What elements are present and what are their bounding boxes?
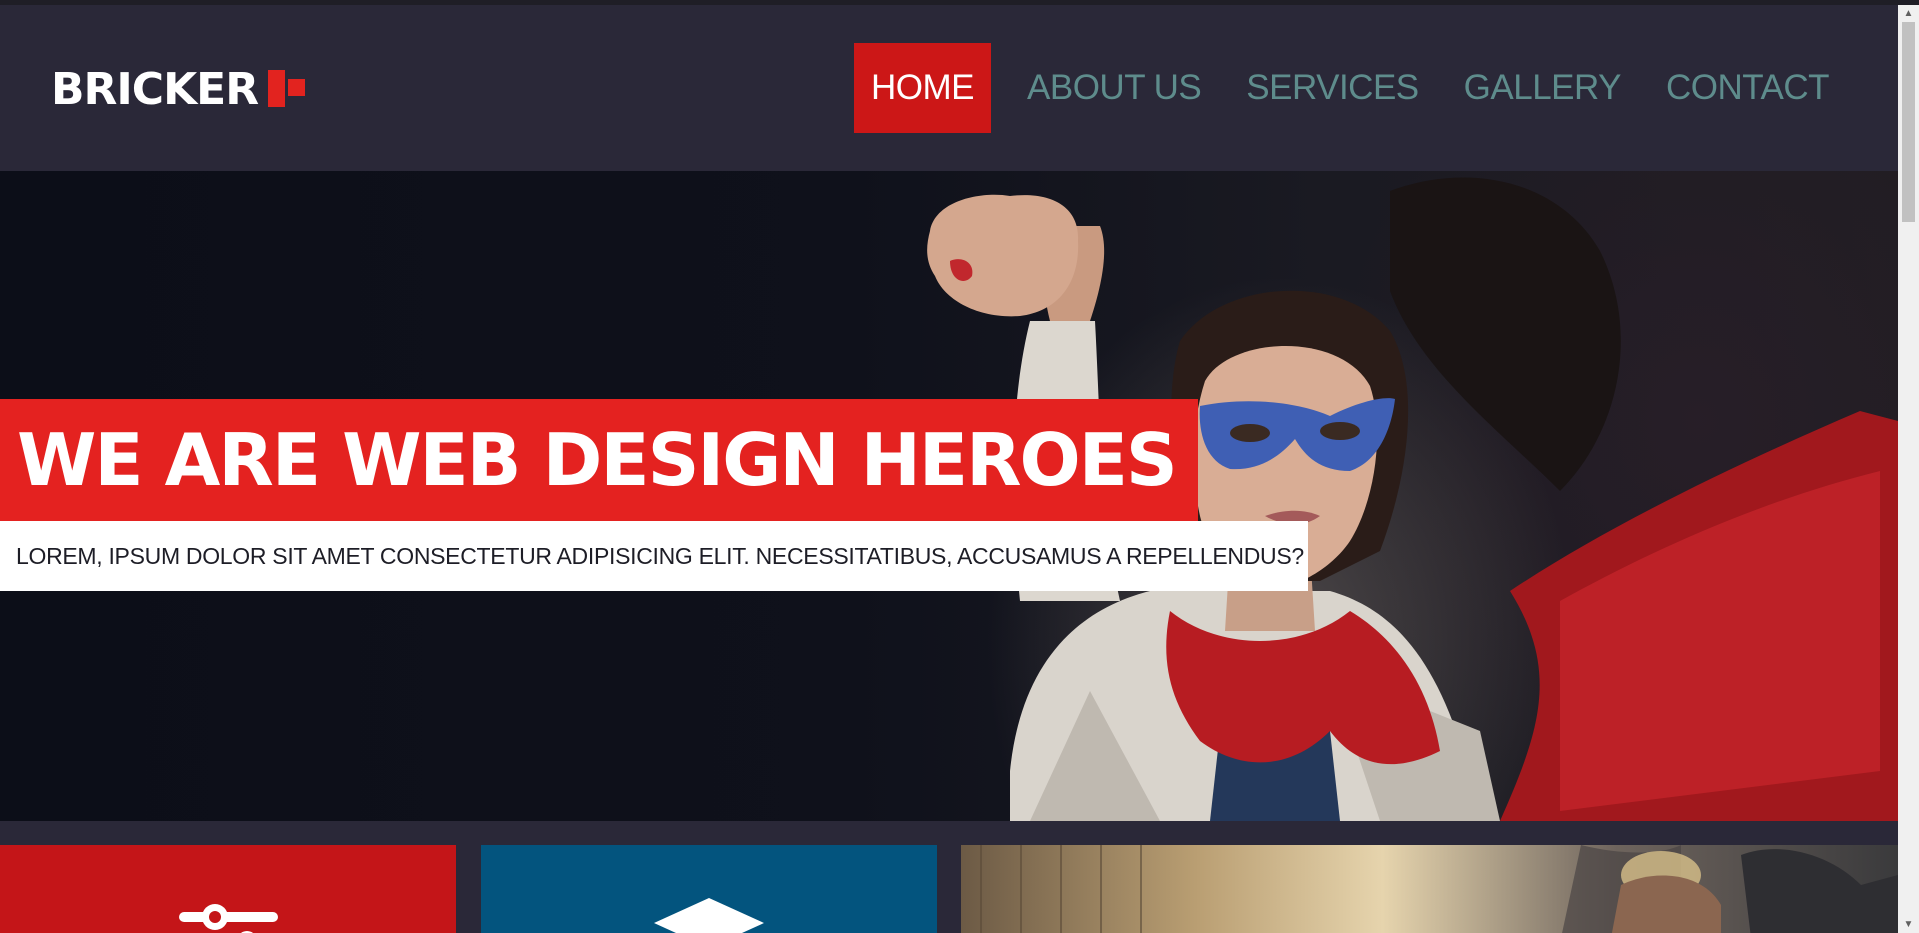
nav-services[interactable]: SERVICES: [1246, 68, 1419, 108]
scrollbar-thumb[interactable]: [1902, 22, 1915, 222]
diamond-icon: [654, 898, 764, 933]
hero-section: WE ARE WEB DESIGN HEROES LOREM, IPSUM DO…: [0, 171, 1898, 821]
logo-text: BRICKER: [51, 64, 259, 115]
logo[interactable]: BRICKER: [51, 67, 308, 113]
headline-banner: WE ARE WEB DESIGN HEROES: [0, 399, 1198, 521]
feature-cards: [0, 845, 1898, 933]
main-nav: HOME ABOUT US SERVICES GALLERY CONTACT: [854, 43, 1874, 133]
scroll-down-arrow-icon[interactable]: ▼: [1898, 916, 1919, 933]
hero-subline: LOREM, IPSUM DOLOR SIT AMET CONSECTETUR …: [16, 543, 1304, 569]
workshop-photo: [980, 845, 1898, 933]
hero-headline: WE ARE WEB DESIGN HEROES: [17, 418, 1178, 502]
nav-gallery[interactable]: GALLERY: [1464, 68, 1622, 108]
slider-icon: [179, 904, 278, 933]
site-header: BRICKER HOME ABOUT US SERVICES GALLERY C…: [0, 5, 1898, 171]
nav-about-us[interactable]: ABOUT US: [1027, 68, 1202, 108]
vertical-scrollbar[interactable]: ▲ ▼: [1898, 5, 1919, 933]
subline-banner: LOREM, IPSUM DOLOR SIT AMET CONSECTETUR …: [0, 521, 1308, 591]
nav-home[interactable]: HOME: [854, 43, 991, 133]
feature-card-red[interactable]: [0, 845, 456, 933]
feature-card-blue[interactable]: [481, 845, 937, 933]
page: BRICKER HOME ABOUT US SERVICES GALLERY C…: [0, 5, 1898, 933]
scroll-up-arrow-icon[interactable]: ▲: [1898, 5, 1919, 22]
nav-contact[interactable]: CONTACT: [1666, 68, 1830, 108]
feature-card-photo[interactable]: [961, 845, 1898, 933]
logo-bricks-icon: [268, 70, 308, 110]
